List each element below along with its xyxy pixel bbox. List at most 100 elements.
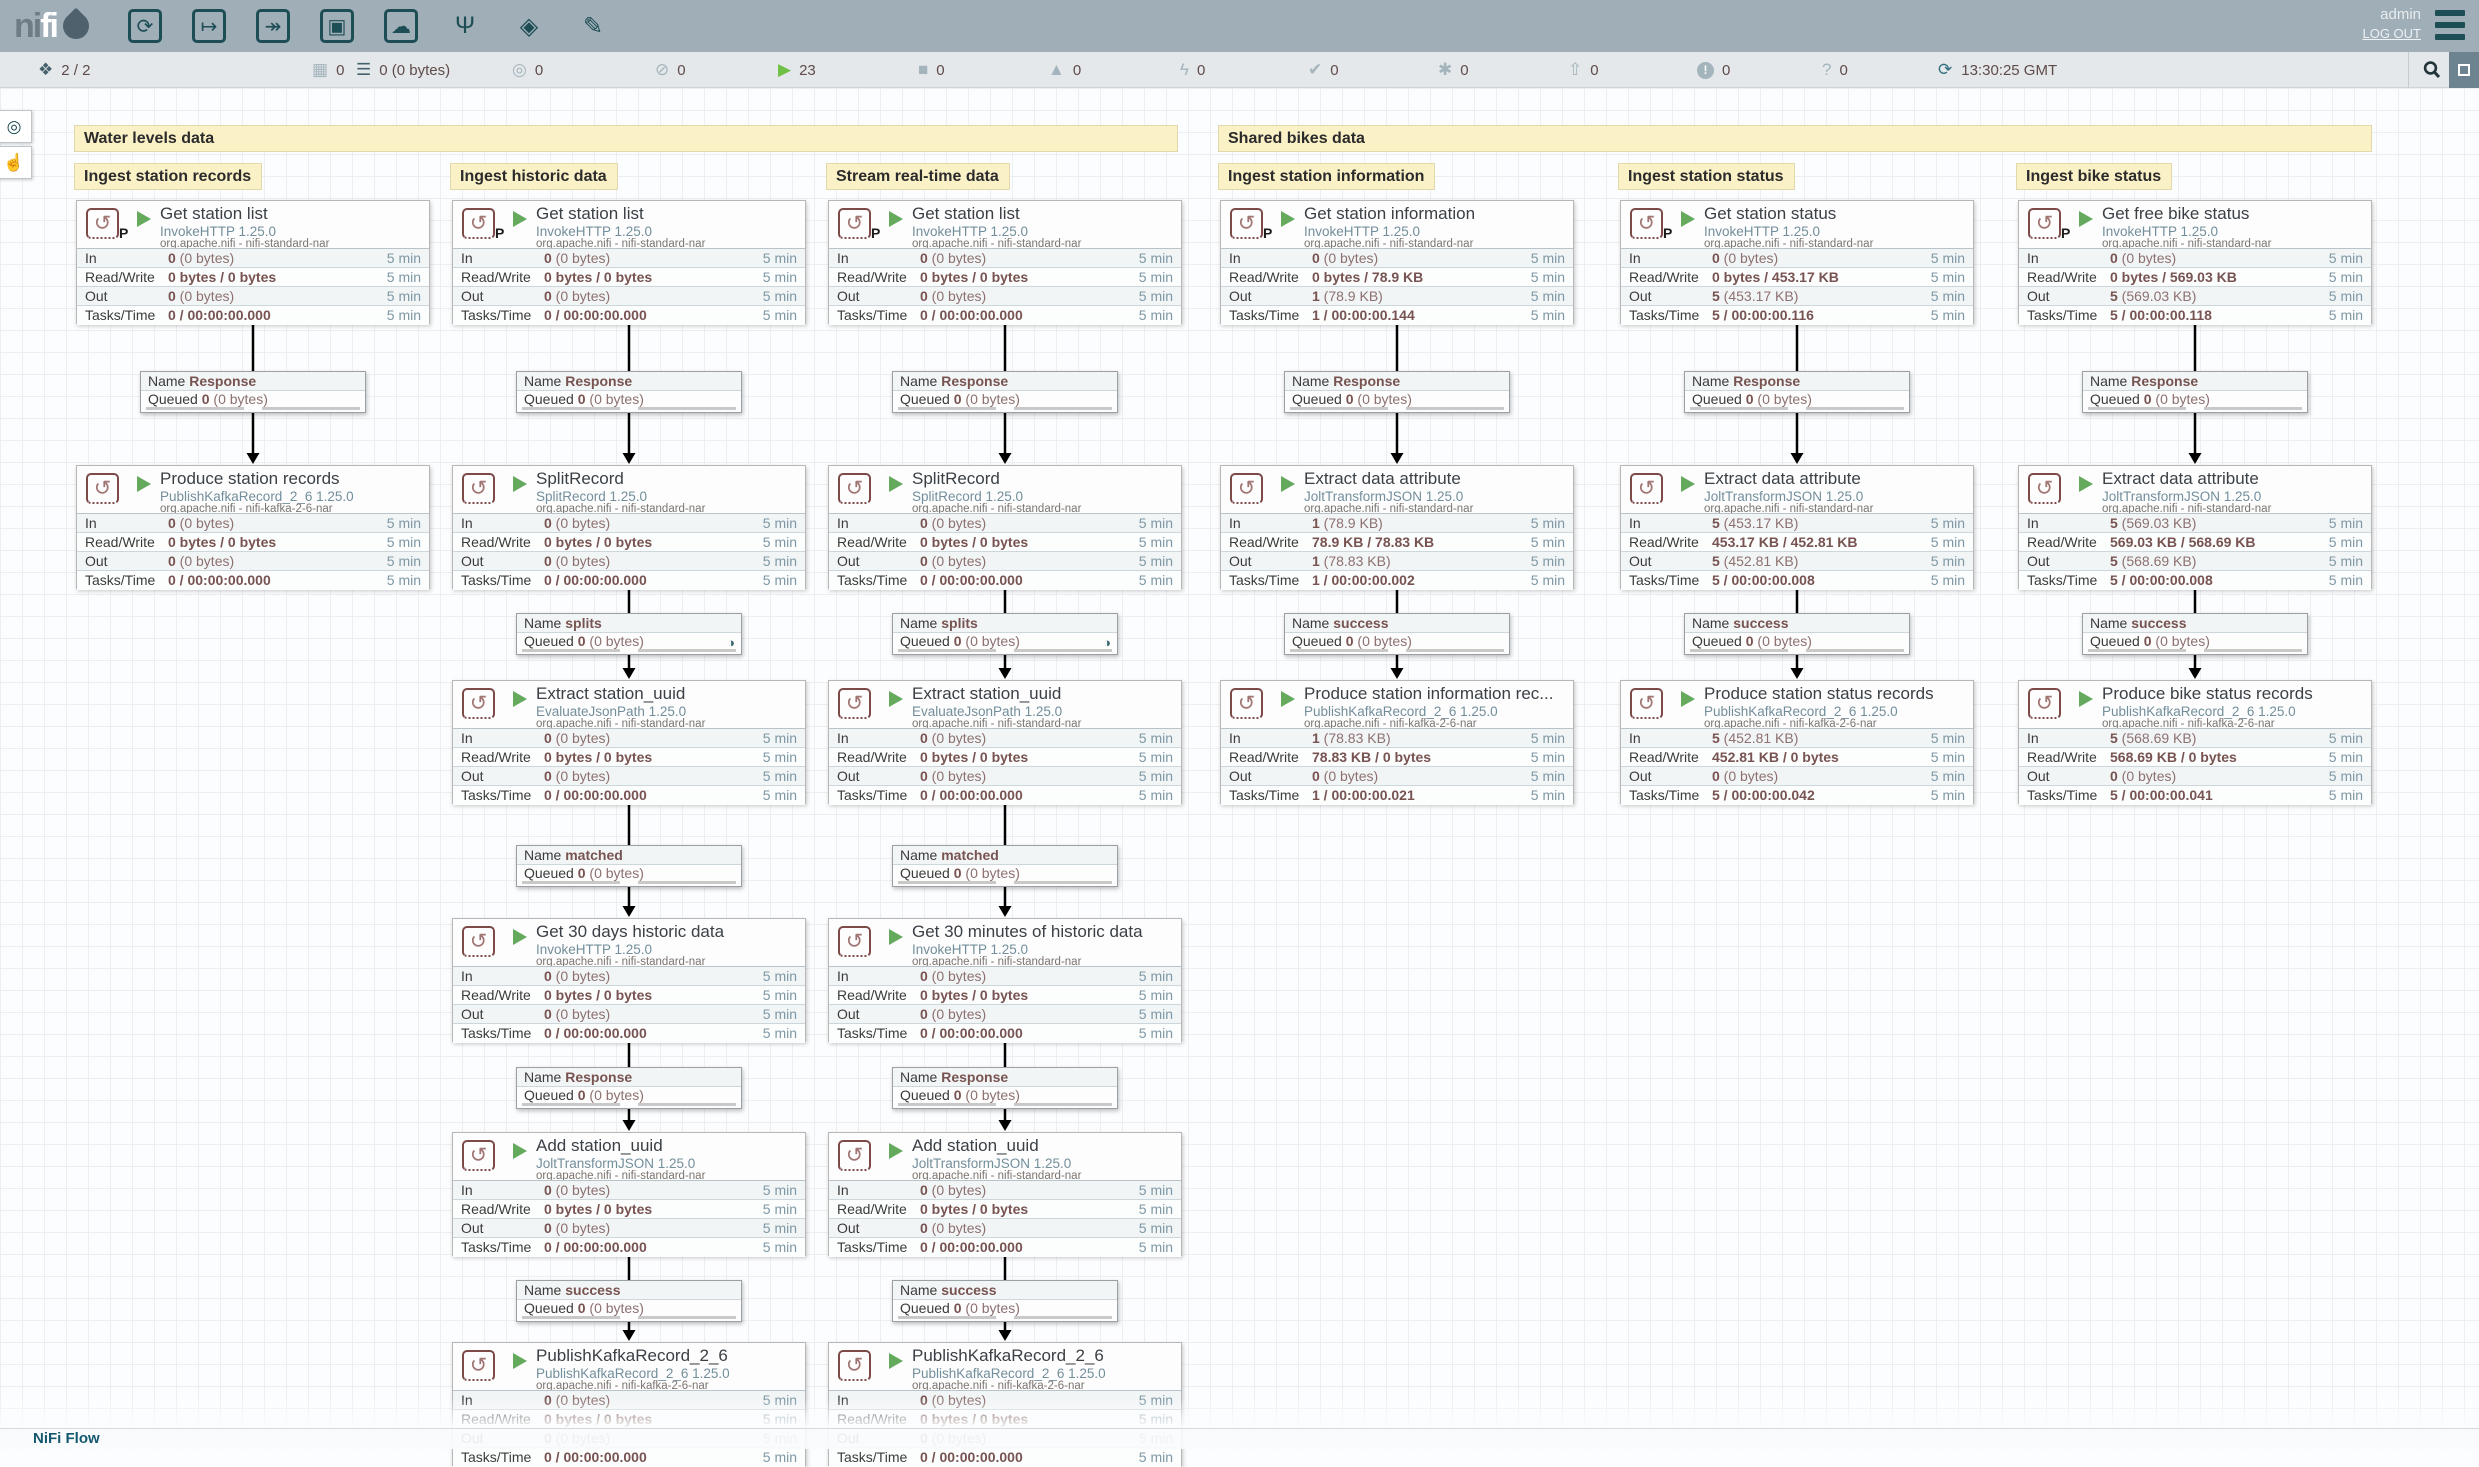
connection-success[interactable]: Name successQueued 0 (0 bytes) (1684, 613, 1910, 655)
stat-value: 0 (0 bytes) (544, 1391, 751, 1409)
stat-window: 5 min (1519, 552, 1565, 570)
group-label[interactable]: Ingest station information (1218, 163, 1435, 190)
output-port-icon[interactable]: ↠ (256, 9, 290, 43)
processor-get-station-status[interactable]: ↺PGet station statusInvokeHTTP 1.25.0org… (1620, 200, 1974, 324)
processor-type: InvokeHTTP 1.25.0 (160, 224, 276, 239)
breadcrumb-bar: NiFi Flow (0, 1428, 2479, 1449)
processor-extract-data-attribute[interactable]: ↺Extract data attributeJoltTransformJSON… (1620, 465, 1974, 589)
flow-canvas[interactable]: Water levels data Shared bikes data Ingest… (0, 88, 2479, 1449)
breadcrumb[interactable]: NiFi Flow (33, 1430, 100, 1447)
stat-window: 5 min (2317, 514, 2363, 532)
stat-value: 0 (0 bytes) (1712, 249, 1919, 267)
group-label[interactable]: Ingest historic data (450, 163, 618, 190)
operate-palette-toggle[interactable]: ☝ (0, 146, 32, 179)
processor-get-station-list[interactable]: ↺PGet station listInvokeHTTP 1.25.0org.a… (452, 200, 806, 324)
funnel-icon[interactable]: Ψ (448, 9, 482, 43)
connection-response[interactable]: Name ResponseQueued 0 (0 bytes) (2082, 371, 2308, 413)
stat-window: 5 min (1519, 729, 1565, 747)
group-label[interactable]: Ingest bike status (2016, 163, 2172, 190)
processor-get-station-list[interactable]: ↺PGet station listInvokeHTTP 1.25.0org.a… (828, 200, 1182, 324)
connection-response[interactable]: Name ResponseQueued 0 (0 bytes) (140, 371, 366, 413)
processor-get-station-list[interactable]: ↺PGet station listInvokeHTTP 1.25.0org.a… (76, 200, 430, 324)
processor-extract-station-uuid[interactable]: ↺Extract station_uuidEvaluateJsonPath 1.… (452, 680, 806, 804)
processor-header: ↺PGet station listInvokeHTTP 1.25.0org.a… (453, 201, 805, 248)
processor-produce-station-information-rec-[interactable]: ↺Produce station information rec...Publi… (1220, 680, 1574, 804)
processor-header: ↺Add station_uuidJoltTransformJSON 1.25.… (453, 1133, 805, 1180)
stat-row-in: In0 (0 bytes)5 min (453, 514, 805, 533)
global-menu-button[interactable] (2435, 10, 2465, 40)
queue-count-bar (2088, 407, 2186, 410)
navigate-palette-toggle[interactable]: ◎ (0, 110, 32, 143)
processor-extract-station-uuid[interactable]: ↺Extract station_uuidEvaluateJsonPath 1.… (828, 680, 1182, 804)
processor-type-icon: ↺ (1230, 208, 1263, 239)
processor-icon[interactable]: ⟳ (128, 9, 162, 43)
connection-splits[interactable]: Name splitsQueued 0 (0 bytes)◑ (892, 613, 1118, 655)
processor-header: ↺PGet station statusInvokeHTTP 1.25.0org… (1621, 201, 1973, 248)
refresh-icon[interactable]: ⟳ (1938, 60, 1952, 80)
primary-node-badge: P (2061, 225, 2070, 241)
group-label[interactable]: Ingest station status (1618, 163, 1795, 190)
status-invalid-count: 0 (1073, 62, 1081, 79)
label-icon[interactable]: ✎ (576, 9, 610, 43)
group-label[interactable]: Stream real-time data (826, 163, 1010, 190)
connection-response[interactable]: Name ResponseQueued 0 (0 bytes) (1284, 371, 1510, 413)
queue-size-bar (1014, 1316, 1112, 1319)
processor-type: PublishKafkaRecord_2_6 1.25.0 (912, 1366, 1106, 1381)
processor-get-station-information[interactable]: ↺PGet station informationInvokeHTTP 1.25… (1220, 200, 1574, 324)
stat-row-out: Out0 (0 bytes)5 min (1221, 767, 1573, 786)
remote-process-group-icon[interactable]: ☁ (384, 9, 418, 43)
processor-extract-data-attribute[interactable]: ↺Extract data attributeJoltTransformJSON… (2018, 465, 2372, 589)
connection-success[interactable]: Name successQueued 0 (0 bytes) (892, 1280, 1118, 1322)
processor-stats: In0 (0 bytes)5 minRead/Write0 bytes / 0 … (453, 513, 805, 590)
stat-value: 0 (0 bytes) (1712, 767, 1919, 785)
processor-produce-bike-status-records[interactable]: ↺Produce bike status recordsPublishKafka… (2018, 680, 2372, 804)
connection-response[interactable]: Name ResponseQueued 0 (0 bytes) (516, 1067, 742, 1109)
stat-row-out: Out0 (0 bytes)5 min (453, 287, 805, 306)
processor-header: ↺Extract data attributeJoltTransformJSON… (2019, 466, 2371, 513)
processor-splitrecord[interactable]: ↺SplitRecordSplitRecord 1.25.0org.apache… (828, 465, 1182, 589)
stat-window: 5 min (1519, 268, 1565, 286)
connection-matched[interactable]: Name matchedQueued 0 (0 bytes) (892, 845, 1118, 887)
processor-extract-data-attribute[interactable]: ↺Extract data attributeJoltTransformJSON… (1220, 465, 1574, 589)
stat-row-tasks: Tasks/Time0 / 00:00:00.0005 min (453, 306, 805, 325)
connection-success[interactable]: Name successQueued 0 (0 bytes) (516, 1280, 742, 1322)
stat-label: Out (1629, 767, 1712, 785)
processor-add-station-uuid[interactable]: ↺Add station_uuidJoltTransformJSON 1.25.… (828, 1132, 1182, 1256)
refresh-status: ⟳ 13:30:25 GMT (1938, 52, 2057, 88)
app-header: nifi ⟳↦↠▣☁Ψ◈✎ admin LOG OUT (0, 0, 2479, 52)
search-button[interactable] (2414, 52, 2449, 88)
region-label[interactable]: Water levels data (74, 125, 1178, 152)
connection-success[interactable]: Name successQueued 0 (0 bytes) (2082, 613, 2308, 655)
input-port-icon[interactable]: ↦ (192, 9, 226, 43)
stat-label: Out (2027, 287, 2110, 305)
processor-name: SplitRecord (912, 469, 1000, 489)
region-label[interactable]: Shared bikes data (1218, 125, 2372, 152)
stat-row-in: In0 (0 bytes)5 min (77, 514, 429, 533)
connection-response[interactable]: Name ResponseQueued 0 (0 bytes) (892, 1067, 1118, 1109)
stat-window: 5 min (1919, 767, 1965, 785)
processor-splitrecord[interactable]: ↺SplitRecordSplitRecord 1.25.0org.apache… (452, 465, 806, 589)
processor-get-30-days-historic-data[interactable]: ↺Get 30 days historic dataInvokeHTTP 1.2… (452, 918, 806, 1042)
stat-window: 5 min (751, 1448, 797, 1467)
connection-response[interactable]: Name ResponseQueued 0 (0 bytes) (1684, 371, 1910, 413)
processor-add-station-uuid[interactable]: ↺Add station_uuidJoltTransformJSON 1.25.… (452, 1132, 806, 1256)
template-icon[interactable]: ◈ (512, 9, 546, 43)
processor-produce-station-records[interactable]: ↺Produce station recordsPublishKafkaReco… (76, 465, 430, 589)
connection-response[interactable]: Name ResponseQueued 0 (0 bytes) (892, 371, 1118, 413)
stat-label: Read/Write (2027, 748, 2110, 766)
status-bar-corner-button[interactable] (2449, 52, 2479, 88)
processor-stats: In0 (0 bytes)5 minRead/Write0 bytes / 0 … (453, 248, 805, 325)
processor-get-free-bike-status[interactable]: ↺PGet free bike statusInvokeHTTP 1.25.0o… (2018, 200, 2372, 324)
processor-produce-station-status-records[interactable]: ↺Produce station status recordsPublishKa… (1620, 680, 1974, 804)
stat-label: In (461, 729, 544, 747)
connection-success[interactable]: Name successQueued 0 (0 bytes) (1284, 613, 1510, 655)
connection-response[interactable]: Name ResponseQueued 0 (0 bytes) (516, 371, 742, 413)
stat-row-in: In0 (0 bytes)5 min (453, 729, 805, 748)
connection-splits[interactable]: Name splitsQueued 0 (0 bytes)◑ (516, 613, 742, 655)
nifi-logo: nifi (14, 6, 89, 46)
processor-get-30-minutes-of-historic-data[interactable]: ↺Get 30 minutes of historic dataInvokeHT… (828, 918, 1182, 1042)
connection-matched[interactable]: Name matchedQueued 0 (0 bytes) (516, 845, 742, 887)
process-group-icon[interactable]: ▣ (320, 9, 354, 43)
group-label[interactable]: Ingest station records (74, 163, 262, 190)
logout-link[interactable]: LOG OUT (2362, 26, 2421, 41)
